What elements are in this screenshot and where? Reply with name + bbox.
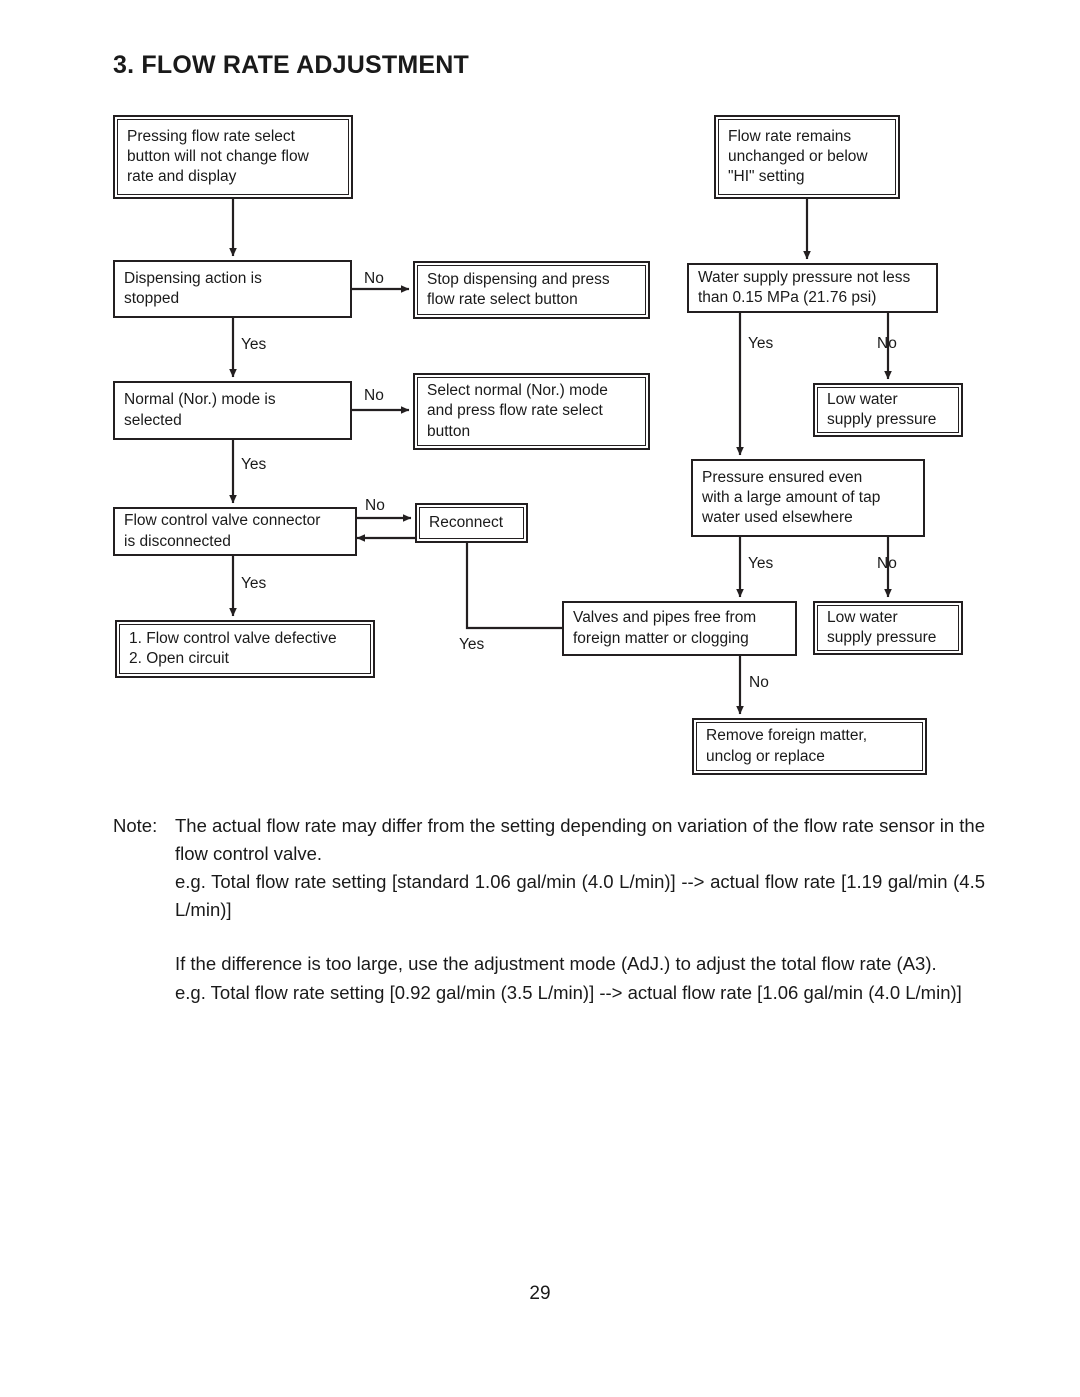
node-text: Pressing flow rate select button will no… xyxy=(127,127,309,186)
edge-label-valves-no: No xyxy=(749,674,769,691)
note-paragraph-4: e.g. Total flow rate setting [0.92 gal/m… xyxy=(175,981,962,1003)
edge-label-normal-mode-yes: Yes xyxy=(241,456,267,473)
node-inner: Select normal (Nor.) mode and press flow… xyxy=(417,377,646,446)
node-connector-disconnected: Flow control valve connector is disconne… xyxy=(113,507,357,556)
page-number: 29 xyxy=(529,1283,551,1304)
node-pressure-ensured: Pressure ensured even with a large amoun… xyxy=(691,459,925,537)
edge-label-valves-yes: Yes xyxy=(459,636,485,653)
note-spacer xyxy=(113,924,985,950)
node-text: Reconnect xyxy=(429,513,504,531)
node-inner: Low water supply pressure xyxy=(817,387,959,433)
edge-label-supply-pressure-no: No xyxy=(877,335,897,352)
note-paragraph-3: If the difference is too large, use the … xyxy=(175,953,937,975)
node-text: Pressure ensured even with a large amoun… xyxy=(702,468,881,527)
edge-label-supply-pressure-yes: Yes xyxy=(748,335,774,352)
note-label: Note: xyxy=(113,815,158,836)
node-inner: Stop dispensing and press flow rate sele… xyxy=(417,265,646,315)
node-text: Flow rate remains unchanged or below "HI… xyxy=(728,127,868,186)
node-inner: Remove foreign matter, unclog or replace xyxy=(696,722,923,771)
edge-label-pressure-ensured-yes: Yes xyxy=(748,555,774,572)
edge-label-dispensing-no: No xyxy=(364,270,384,287)
node-low-water-pressure-1: Low water supply pressure xyxy=(813,383,963,437)
note-paragraph-2: e.g. Total flow rate setting [standard 1… xyxy=(175,871,985,921)
node-inner: Pressing flow rate select button will no… xyxy=(117,119,349,195)
node-text: Stop dispensing and press flow rate sele… xyxy=(427,270,610,308)
node-inner: Flow rate remains unchanged or below "HI… xyxy=(718,119,896,195)
node-text: Low water supply pressure xyxy=(827,608,937,646)
edge-label-normal-mode-no: No xyxy=(364,387,384,404)
edge-label-dispensing-yes: Yes xyxy=(241,336,267,353)
node-select-normal-mode: Select normal (Nor.) mode and press flow… xyxy=(413,373,650,450)
edge-label-connector-no: No xyxy=(365,497,385,514)
note-paragraph-1: The actual flow rate may differ from the… xyxy=(175,815,985,865)
node-reconnect: Reconnect xyxy=(415,503,528,543)
node-pressing-select-button: Pressing flow rate select button will no… xyxy=(113,115,353,199)
node-inner: Low water supply pressure xyxy=(817,605,959,651)
note-body: The actual flow rate may differ from the… xyxy=(175,812,985,924)
node-text: Select normal (Nor.) mode and press flow… xyxy=(427,382,608,440)
notes-section: Note: The actual flow rate may differ fr… xyxy=(113,812,985,1007)
node-stop-dispensing: Stop dispensing and press flow rate sele… xyxy=(413,261,650,319)
flowchart-diagram: Pressing flow rate select button will no… xyxy=(0,0,1080,800)
node-normal-mode-selected: Normal (Nor.) mode is selected xyxy=(113,381,352,440)
node-dispensing-stopped: Dispensing action is stopped xyxy=(113,260,352,318)
node-flow-rate-remains: Flow rate remains unchanged or below "HI… xyxy=(714,115,900,199)
node-text: Remove foreign matter, unclog or replace xyxy=(706,727,868,765)
node-valves-pipes-free: Valves and pipes free from foreign matte… xyxy=(562,601,797,656)
node-text: Normal (Nor.) mode is selected xyxy=(124,391,276,429)
note-body-secondary: If the difference is too large, use the … xyxy=(175,950,985,1006)
node-text: Valves and pipes free from foreign matte… xyxy=(573,609,757,647)
edge-label-pressure-ensured-no: No xyxy=(877,555,897,572)
node-low-water-pressure-2: Low water supply pressure xyxy=(813,601,963,655)
node-text: Water supply pressure not less than 0.15… xyxy=(698,268,911,306)
manual-page: 3. FLOW RATE ADJUSTMENT Pressing flow ra… xyxy=(0,0,1080,1397)
note-row-primary: Note: The actual flow rate may differ fr… xyxy=(113,812,985,924)
node-text: Flow control valve connector is disconne… xyxy=(124,512,321,550)
edge-label-connector-yes: Yes xyxy=(241,575,267,592)
node-inner: Reconnect xyxy=(419,507,524,539)
node-text: 1. Flow control valve defective 2. Open … xyxy=(129,629,337,667)
node-remove-foreign-matter: Remove foreign matter, unclog or replace xyxy=(692,718,927,775)
node-water-supply-pressure: Water supply pressure not less than 0.15… xyxy=(687,263,938,313)
node-valve-defective: 1. Flow control valve defective 2. Open … xyxy=(115,620,375,678)
node-text: Low water supply pressure xyxy=(827,390,937,428)
node-text: Dispensing action is stopped xyxy=(124,269,262,307)
node-inner: 1. Flow control valve defective 2. Open … xyxy=(119,624,371,674)
